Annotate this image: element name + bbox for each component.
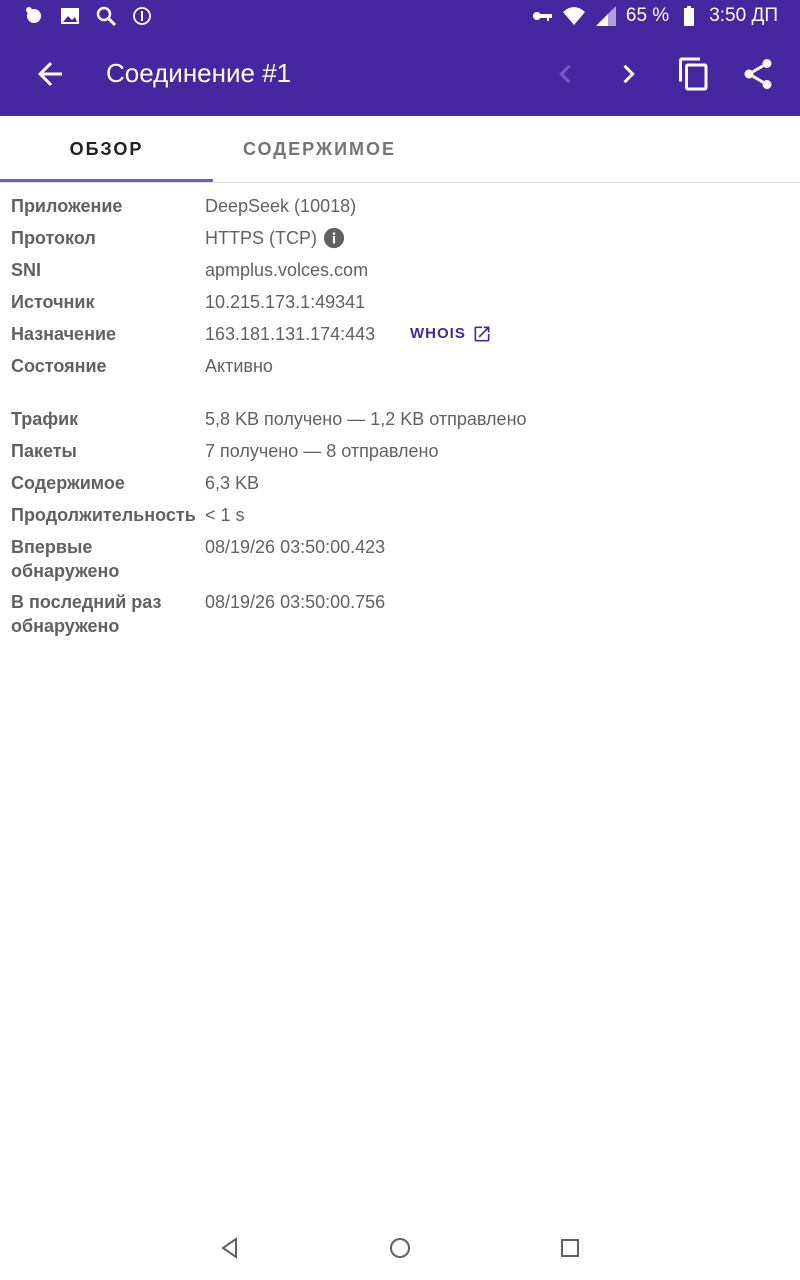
chevron-right-icon[interactable] [614,58,642,90]
whois-label: WHOIS [410,325,466,342]
duration-value: < 1 s [205,505,245,525]
chevron-left-icon[interactable] [552,58,580,90]
back-arrow-icon[interactable] [32,56,68,92]
source-label: Источник [11,292,95,312]
first-seen-label-line2: обнаружено [11,561,120,581]
destination-value: 163.181.131.174:443 [205,324,376,344]
duration-label: Продолжительность [11,505,196,525]
protocol-label: Протокол [11,228,96,248]
battery-icon [684,6,695,26]
vpn-key-icon [532,12,552,21]
first-seen-label-line1: Впервые [11,537,93,557]
battery-percentage: 65 % [625,5,670,26]
packets-value: 7 получено — 8 отправлено [205,441,439,461]
wifi-icon [562,7,585,25]
traffic-label: Трафик [11,409,79,429]
weather-icon [26,7,41,23]
system-status: 65 % 3:50 ДП [530,4,778,28]
tab-bar: ОБЗОР СОДЕРЖИМОЕ [0,116,800,183]
content-value: 6,3 KB [205,473,260,493]
tab-overview[interactable]: ОБЗОР [0,116,213,182]
page-title: Соединение #1 [106,58,292,88]
status-bar: 65 % 3:50 ДП [0,0,800,32]
share-icon[interactable] [740,56,776,92]
image-icon [61,8,79,24]
copy-icon[interactable] [676,56,712,92]
first-seen-value: 08/19/26 03:50:00.423 [205,537,386,557]
state-label: Состояние [11,356,107,376]
content-label: Содержимое [11,473,125,493]
tab-indicator [0,179,213,182]
last-seen-label-line2: обнаружено [11,616,120,636]
nav-home-icon[interactable] [388,1236,412,1260]
whois-link[interactable]: WHOIS [410,322,492,346]
protocol-value-group: HTTPS (TCP) [205,226,345,250]
app-bar: Соединение #1 [0,32,800,116]
info-circle-icon [133,7,151,25]
last-seen-label: В последний раз обнаружено [11,590,203,638]
system-nav-bar [0,1216,800,1280]
last-seen-label-line1: В последний раз [11,592,162,612]
sni-value: apmplus.volces.com [205,260,369,280]
destination-label: Назначение [11,324,117,344]
app-value: DeepSeek (10018) [205,196,357,216]
info-icon[interactable] [323,227,345,249]
traffic-value: 5,8 KB получено — 1,2 KB отправлено [205,409,527,429]
source-value: 10.215.173.1:49341 [205,292,366,312]
last-seen-value: 08/19/26 03:50:00.756 [205,592,386,612]
state-value: Активно [205,356,273,376]
tab-content-label: СОДЕРЖИМОЕ [242,138,397,159]
notification-icons [22,4,154,28]
app-label: Приложение [11,196,123,216]
nav-back-icon[interactable] [218,1236,242,1260]
nav-recents-icon[interactable] [558,1236,582,1260]
clock: 3:50 ДП [709,5,778,26]
packets-label: Пакеты [11,441,77,461]
protocol-value: HTTPS (TCP) [205,228,317,248]
search-icon [96,6,117,27]
signal-icon [595,6,616,26]
open-external-icon [474,326,490,342]
tab-content[interactable]: СОДЕРЖИМОЕ [213,116,426,182]
tab-overview-label: ОБЗОР [69,138,144,159]
sni-label: SNI [11,260,42,280]
first-seen-label: Впервые обнаружено [11,535,203,583]
